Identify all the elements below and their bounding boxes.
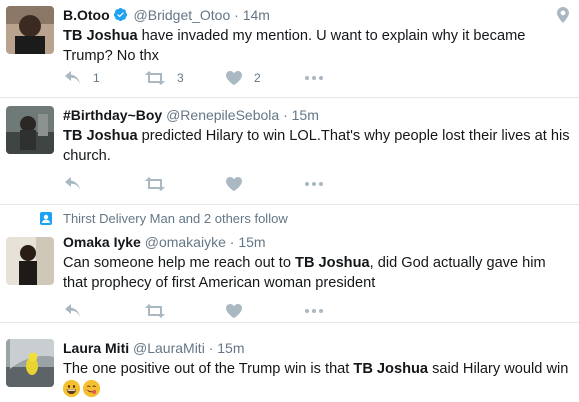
like-button[interactable] [226,301,242,321]
tweet-text: Can someone help me reach out to TB Josh… [63,253,571,293]
tweet-text-segment: predicted Hilary to win LOL.That's why p… [63,128,570,164]
display-name[interactable]: #Birthday~Boy [63,107,162,123]
tweet[interactable]: Laura Miti @LauraMiti · 15m The one posi… [0,323,579,402]
user-handle[interactable]: @omakaiyke [145,234,226,250]
highlighted-mention: TB Joshua [63,128,138,144]
heart-icon [226,71,242,85]
heart-icon [226,177,242,191]
user-handle[interactable]: @LauraMiti [133,340,205,356]
social-context: Thirst Delivery Man and 2 others follow [0,208,579,228]
grinning-face-emoji [63,380,80,397]
separator-dot: · [208,340,214,356]
emoji-row [63,380,571,398]
tweet-actions [63,174,383,194]
display-name[interactable]: B.Otoo [63,7,110,23]
retweet-icon [145,177,165,191]
tweet-text-segment: The one positive out of the Trump win is… [63,361,354,377]
reply-icon [65,304,80,317]
retweet-button[interactable] [145,301,165,321]
heart-icon [226,304,242,318]
like-button[interactable] [226,174,242,194]
follow-context-icon [40,212,52,225]
savoring-food-face-emoji [83,380,100,397]
tweet-text: TB Joshua have invaded my mention. U wan… [63,26,571,66]
avatar[interactable] [6,237,54,285]
timestamp[interactable]: 14m [243,7,270,23]
more-icon [305,76,323,80]
more-button[interactable] [305,301,323,321]
tweet[interactable]: Thirst Delivery Man and 2 others follow … [0,205,579,323]
display-name[interactable]: Laura Miti [63,340,129,356]
tweet-actions: 1 3 2 [63,68,383,88]
tweet-header: #Birthday~Boy @RenepileSebola · 15m [63,106,571,124]
reply-button[interactable] [65,301,81,321]
more-button[interactable] [305,68,323,88]
more-icon [305,182,323,186]
more-button[interactable] [305,174,323,194]
avatar[interactable] [6,339,54,387]
highlighted-mention: TB Joshua [295,255,370,271]
reply-button[interactable]: 1 [65,68,100,88]
retweet-count: 3 [177,71,184,85]
reply-count: 1 [93,71,100,85]
avatar[interactable] [6,6,54,54]
timestamp[interactable]: 15m [292,107,319,123]
tweet-header: Laura Miti @LauraMiti · 15m [63,339,571,357]
verified-badge-icon [113,7,127,22]
separator-dot: · [283,107,288,123]
tweet[interactable]: B.Otoo @Bridget_Otoo · 14m TB Joshua hav… [0,0,579,98]
highlighted-mention: TB Joshua [63,28,138,44]
tweet-text-segment: said Hilary would win [428,361,569,377]
tweet-header: Omaka Iyke @omakaiyke · 15m [63,233,571,251]
highlighted-mention: TB Joshua [353,361,429,377]
tweet-text: TB Joshua predicted Hilary to win LOL.Th… [63,126,571,166]
display-name[interactable]: Omaka Iyke [63,234,141,250]
retweet-icon [145,71,165,85]
separator-dot: · [229,234,235,250]
reply-button[interactable] [65,174,81,194]
reply-icon [65,71,80,84]
timestamp[interactable]: 15m [238,234,265,250]
social-context-text[interactable]: Thirst Delivery Man and 2 others follow [63,211,288,226]
retweet-button[interactable]: 3 [145,68,184,88]
tweet-text-segment: Can someone help me reach out to [63,255,296,271]
timestamp[interactable]: 15m [217,340,244,356]
separator-dot: · [234,7,239,23]
tweet[interactable]: #Birthday~Boy @RenepileSebola · 15m TB J… [0,98,579,205]
more-icon [305,309,323,313]
like-count: 2 [254,71,261,85]
user-handle[interactable]: @RenepileSebola [166,107,279,123]
retweet-icon [145,304,165,318]
like-button[interactable]: 2 [226,68,261,88]
reply-icon [65,177,80,190]
tweet-text: The one positive out of the Trump win is… [63,359,571,379]
user-handle[interactable]: @Bridget_Otoo [134,7,231,23]
tweet-header: B.Otoo @Bridget_Otoo · 14m [63,6,571,24]
avatar[interactable] [6,106,54,154]
tweet-actions [63,301,383,321]
retweet-button[interactable] [145,174,165,194]
